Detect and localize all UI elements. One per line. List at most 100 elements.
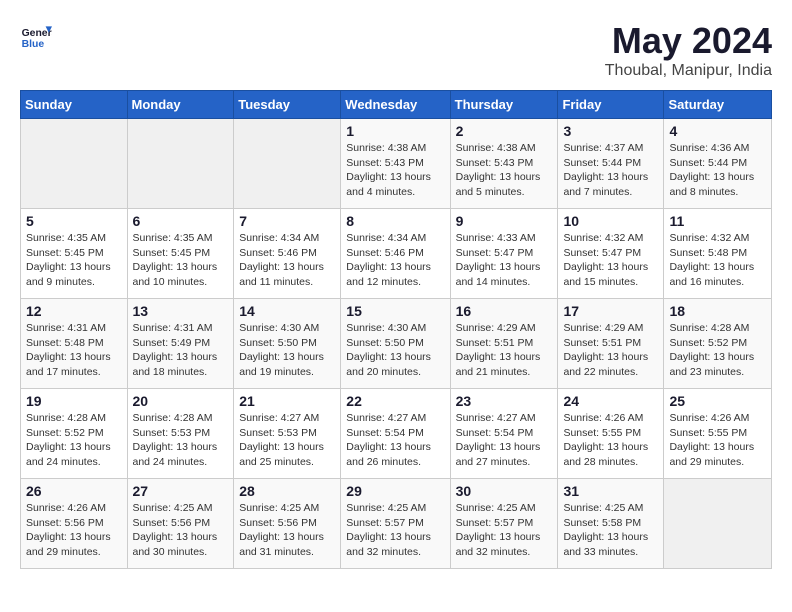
weekday-header-friday: Friday — [558, 91, 664, 119]
day-info: Sunrise: 4:27 AM Sunset: 5:54 PM Dayligh… — [456, 411, 553, 470]
calendar-body: 1 Sunrise: 4:38 AM Sunset: 5:43 PM Daylig… — [21, 119, 772, 569]
calendar-cell — [21, 119, 128, 209]
calendar-cell: 25 Sunrise: 4:26 AM Sunset: 5:55 PM Dayli… — [664, 389, 772, 479]
day-info: Sunrise: 4:34 AM Sunset: 5:46 PM Dayligh… — [346, 231, 444, 290]
calendar-cell: 5 Sunrise: 4:35 AM Sunset: 5:45 PM Daylig… — [21, 209, 128, 299]
day-number: 28 — [239, 483, 335, 499]
calendar-cell: 2 Sunrise: 4:38 AM Sunset: 5:43 PM Daylig… — [450, 119, 558, 209]
day-number: 16 — [456, 303, 553, 319]
calendar-cell: 1 Sunrise: 4:38 AM Sunset: 5:43 PM Daylig… — [341, 119, 450, 209]
day-info: Sunrise: 4:32 AM Sunset: 5:47 PM Dayligh… — [563, 231, 658, 290]
calendar-cell: 23 Sunrise: 4:27 AM Sunset: 5:54 PM Dayli… — [450, 389, 558, 479]
weekday-header-saturday: Saturday — [664, 91, 772, 119]
week-row-2: 5 Sunrise: 4:35 AM Sunset: 5:45 PM Daylig… — [21, 209, 772, 299]
day-number: 31 — [563, 483, 658, 499]
day-number: 27 — [133, 483, 229, 499]
month-year-title: May 2024 — [605, 20, 772, 62]
day-info: Sunrise: 4:29 AM Sunset: 5:51 PM Dayligh… — [456, 321, 553, 380]
day-info: Sunrise: 4:28 AM Sunset: 5:53 PM Dayligh… — [133, 411, 229, 470]
day-number: 20 — [133, 393, 229, 409]
calendar-header: SundayMondayTuesdayWednesdayThursdayFrid… — [21, 91, 772, 119]
day-info: Sunrise: 4:25 AM Sunset: 5:56 PM Dayligh… — [133, 501, 229, 560]
calendar-cell: 30 Sunrise: 4:25 AM Sunset: 5:57 PM Dayli… — [450, 479, 558, 569]
day-number: 19 — [26, 393, 122, 409]
calendar-cell: 12Sunrise: 4:31 AM Sunset: 5:48 PM Dayli… — [21, 299, 128, 389]
day-info: Sunrise: 4:26 AM Sunset: 5:55 PM Dayligh… — [669, 411, 766, 470]
calendar-cell: 9Sunrise: 4:33 AM Sunset: 5:47 PM Daylig… — [450, 209, 558, 299]
day-info: Sunrise: 4:32 AM Sunset: 5:48 PM Dayligh… — [669, 231, 766, 290]
day-info: Sunrise: 4:26 AM Sunset: 5:55 PM Dayligh… — [563, 411, 658, 470]
day-info: Sunrise: 4:30 AM Sunset: 5:50 PM Dayligh… — [346, 321, 444, 380]
day-info: Sunrise: 4:28 AM Sunset: 5:52 PM Dayligh… — [669, 321, 766, 380]
calendar-cell: 3Sunrise: 4:37 AM Sunset: 5:44 PM Daylig… — [558, 119, 664, 209]
day-number: 14 — [239, 303, 335, 319]
calendar-cell: 7Sunrise: 4:34 AM Sunset: 5:46 PM Daylig… — [234, 209, 341, 299]
week-row-1: 1 Sunrise: 4:38 AM Sunset: 5:43 PM Daylig… — [21, 119, 772, 209]
calendar-cell — [664, 479, 772, 569]
location-subtitle: Thoubal, Manipur, India — [605, 62, 772, 80]
day-info: Sunrise: 4:25 AM Sunset: 5:57 PM Dayligh… — [456, 501, 553, 560]
day-info: Sunrise: 4:25 AM Sunset: 5:58 PM Dayligh… — [563, 501, 658, 560]
weekday-header-monday: Monday — [127, 91, 234, 119]
day-info: Sunrise: 4:33 AM Sunset: 5:47 PM Dayligh… — [456, 231, 553, 290]
week-row-4: 19Sunrise: 4:28 AM Sunset: 5:52 PM Dayli… — [21, 389, 772, 479]
calendar-cell: 24 Sunrise: 4:26 AM Sunset: 5:55 PM Dayli… — [558, 389, 664, 479]
calendar-cell: 22 Sunrise: 4:27 AM Sunset: 5:54 PM Dayli… — [341, 389, 450, 479]
day-info: Sunrise: 4:31 AM Sunset: 5:49 PM Dayligh… — [133, 321, 229, 380]
day-number: 8 — [346, 213, 444, 229]
weekday-header-wednesday: Wednesday — [341, 91, 450, 119]
day-number: 18 — [669, 303, 766, 319]
weekday-row: SundayMondayTuesdayWednesdayThursdayFrid… — [21, 91, 772, 119]
day-number: 5 — [26, 213, 122, 229]
weekday-header-thursday: Thursday — [450, 91, 558, 119]
day-number: 10 — [563, 213, 658, 229]
day-number: 29 — [346, 483, 444, 499]
day-info: Sunrise: 4:36 AM Sunset: 5:44 PM Dayligh… — [669, 141, 766, 200]
svg-text:Blue: Blue — [22, 39, 45, 50]
day-number: 21 — [239, 393, 335, 409]
calendar-cell: 11Sunrise: 4:32 AM Sunset: 5:48 PM Dayli… — [664, 209, 772, 299]
calendar-cell: 27 Sunrise: 4:25 AM Sunset: 5:56 PM Dayli… — [127, 479, 234, 569]
day-number: 22 — [346, 393, 444, 409]
day-number: 17 — [563, 303, 658, 319]
calendar-cell: 26Sunrise: 4:26 AM Sunset: 5:56 PM Dayli… — [21, 479, 128, 569]
calendar-cell: 8 Sunrise: 4:34 AM Sunset: 5:46 PM Daylig… — [341, 209, 450, 299]
day-info: Sunrise: 4:38 AM Sunset: 5:43 PM Dayligh… — [456, 141, 553, 200]
day-number: 24 — [563, 393, 658, 409]
day-number: 6 — [133, 213, 229, 229]
calendar-cell — [127, 119, 234, 209]
day-number: 13 — [133, 303, 229, 319]
day-number: 1 — [346, 123, 444, 139]
weekday-header-tuesday: Tuesday — [234, 91, 341, 119]
page-header: General Blue May 2024 Thoubal, Manipur, … — [20, 20, 772, 80]
calendar-cell: 17 Sunrise: 4:29 AM Sunset: 5:51 PM Dayli… — [558, 299, 664, 389]
day-info: Sunrise: 4:31 AM Sunset: 5:48 PM Dayligh… — [26, 321, 122, 380]
day-number: 2 — [456, 123, 553, 139]
weekday-header-sunday: Sunday — [21, 91, 128, 119]
day-info: Sunrise: 4:37 AM Sunset: 5:44 PM Dayligh… — [563, 141, 658, 200]
day-info: Sunrise: 4:29 AM Sunset: 5:51 PM Dayligh… — [563, 321, 658, 380]
day-number: 25 — [669, 393, 766, 409]
day-info: Sunrise: 4:35 AM Sunset: 5:45 PM Dayligh… — [26, 231, 122, 290]
day-number: 30 — [456, 483, 553, 499]
calendar-cell: 6 Sunrise: 4:35 AM Sunset: 5:45 PM Daylig… — [127, 209, 234, 299]
day-info: Sunrise: 4:27 AM Sunset: 5:54 PM Dayligh… — [346, 411, 444, 470]
calendar-table: SundayMondayTuesdayWednesdayThursdayFrid… — [20, 90, 772, 569]
day-number: 23 — [456, 393, 553, 409]
calendar-cell: 15Sunrise: 4:30 AM Sunset: 5:50 PM Dayli… — [341, 299, 450, 389]
day-number: 4 — [669, 123, 766, 139]
day-info: Sunrise: 4:34 AM Sunset: 5:46 PM Dayligh… — [239, 231, 335, 290]
calendar-cell: 16 Sunrise: 4:29 AM Sunset: 5:51 PM Dayli… — [450, 299, 558, 389]
day-info: Sunrise: 4:30 AM Sunset: 5:50 PM Dayligh… — [239, 321, 335, 380]
day-info: Sunrise: 4:38 AM Sunset: 5:43 PM Dayligh… — [346, 141, 444, 200]
day-info: Sunrise: 4:35 AM Sunset: 5:45 PM Dayligh… — [133, 231, 229, 290]
calendar-cell: 29Sunrise: 4:25 AM Sunset: 5:57 PM Dayli… — [341, 479, 450, 569]
day-number: 26 — [26, 483, 122, 499]
calendar-cell: 18 Sunrise: 4:28 AM Sunset: 5:52 PM Dayli… — [664, 299, 772, 389]
day-info: Sunrise: 4:27 AM Sunset: 5:53 PM Dayligh… — [239, 411, 335, 470]
day-info: Sunrise: 4:25 AM Sunset: 5:56 PM Dayligh… — [239, 501, 335, 560]
calendar-cell: 21 Sunrise: 4:27 AM Sunset: 5:53 PM Dayli… — [234, 389, 341, 479]
calendar-cell: 13 Sunrise: 4:31 AM Sunset: 5:49 PM Dayli… — [127, 299, 234, 389]
calendar-cell: 31 Sunrise: 4:25 AM Sunset: 5:58 PM Dayli… — [558, 479, 664, 569]
calendar-cell: 28 Sunrise: 4:25 AM Sunset: 5:56 PM Dayli… — [234, 479, 341, 569]
